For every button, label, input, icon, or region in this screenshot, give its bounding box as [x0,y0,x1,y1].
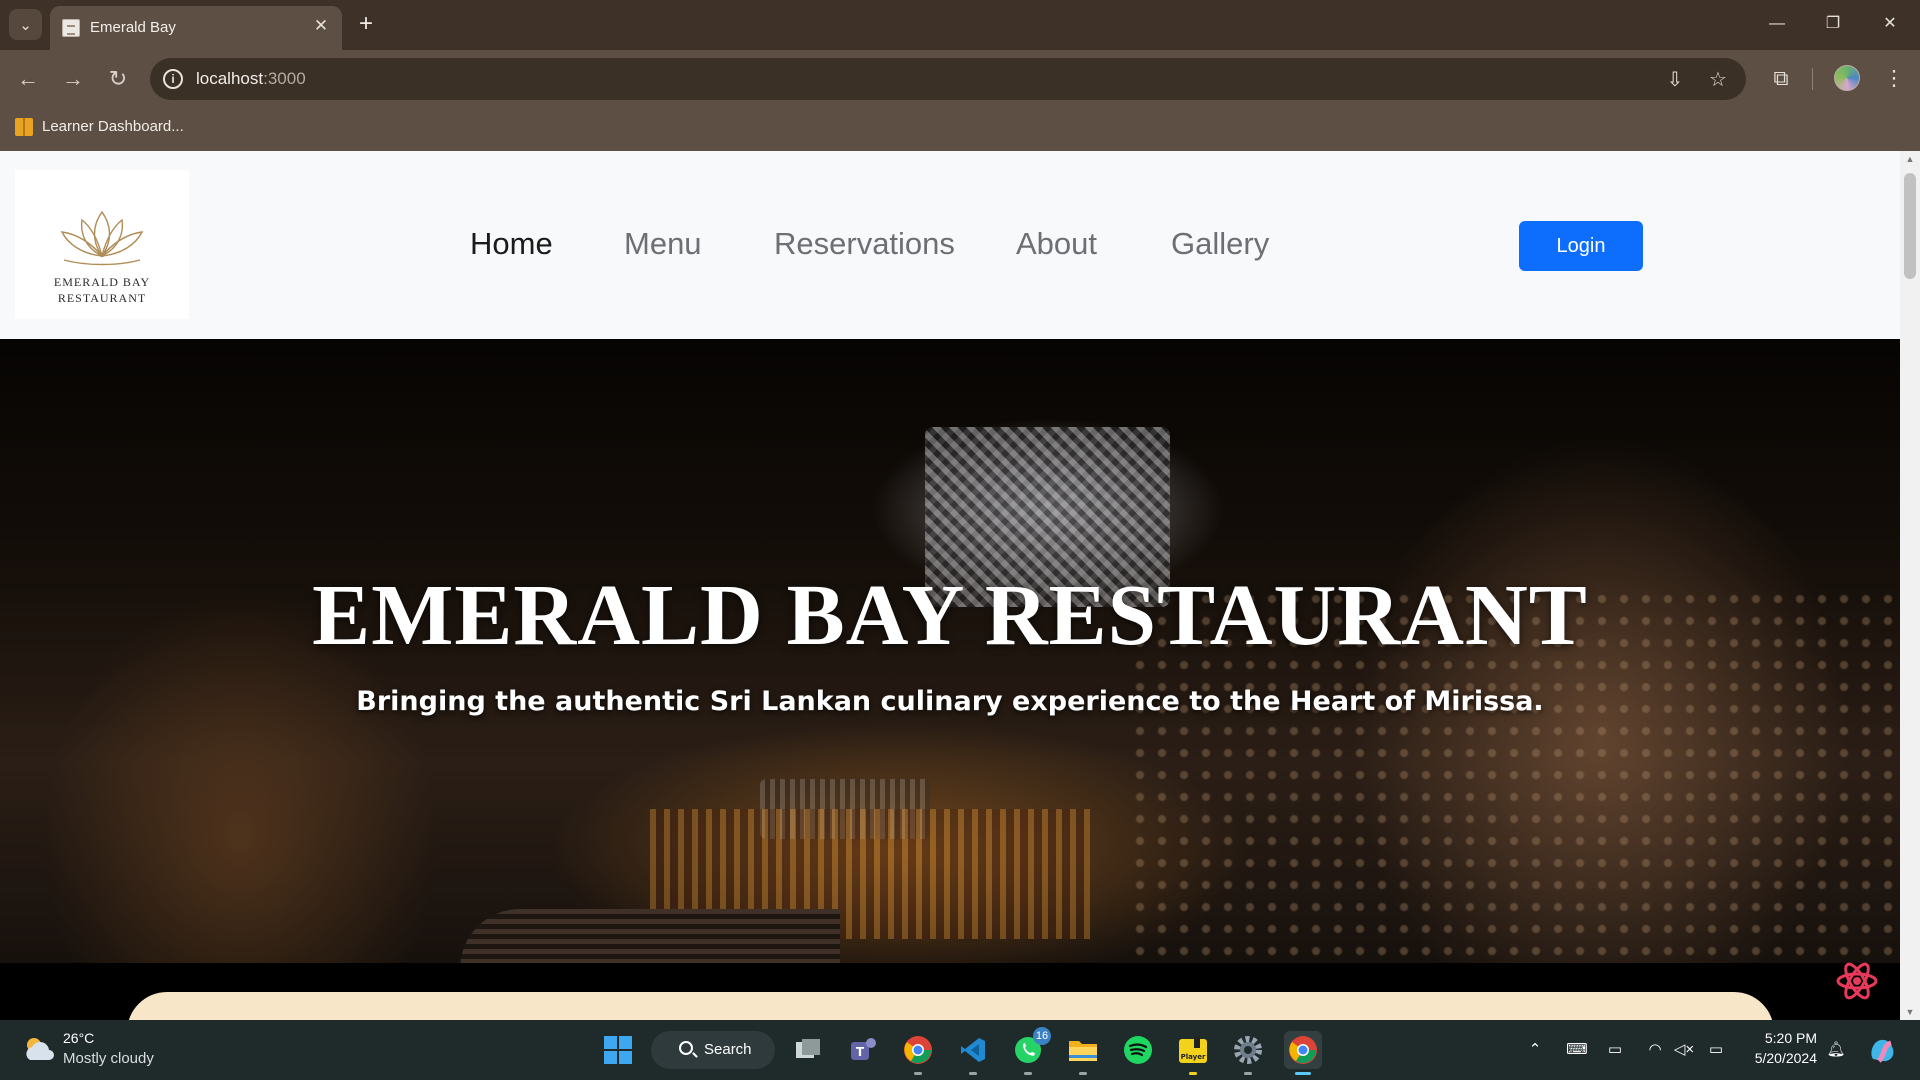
address-bar[interactable]: i localhost:3000 ⇩ ☆ [150,58,1746,100]
nav-link-reservations[interactable]: Reservations [774,226,955,262]
install-app-icon[interactable]: ⇩ [1662,67,1688,93]
logo-wordmark: EMERALD BAY RESTAURANT [15,274,189,306]
url-host: localhost [196,69,264,88]
logo-line-1: EMERALD BAY [53,275,151,289]
bookmark-learner-dashboard[interactable]: Learner Dashboard... [42,118,184,135]
file-explorer-icon[interactable] [1064,1031,1102,1075]
hero-banner: EMERALD BAY RESTAURANT Bringing the auth… [0,339,1900,963]
tray-overflow-chevron-icon[interactable]: ⌃ [1524,1039,1546,1061]
url-port: :3000 [263,69,306,88]
scroll-up-arrow-icon[interactable]: ▲ [1905,154,1915,164]
battery-icon[interactable]: ▭ [1705,1039,1727,1061]
tab-search-chevron-icon[interactable]: ⌄ [9,9,42,40]
scroll-thumb[interactable] [1904,173,1916,279]
tab-close-icon[interactable]: ✕ [310,15,332,37]
reload-icon[interactable]: ↻ [103,64,133,94]
teams-icon[interactable]: T [845,1031,883,1069]
window-close-icon[interactable]: ✕ [1870,10,1910,38]
chrome-menu-icon[interactable]: ⋮ [1879,64,1909,94]
chrome-taskbar-icon[interactable] [899,1031,937,1075]
media-player-icon[interactable]: Player [1174,1031,1212,1075]
browser-tabstrip: ⌄ Emerald Bay ✕ + — ❐ ✕ [0,0,1920,50]
site-header: EMERALD BAY RESTAURANT Home Menu Reserva… [0,151,1900,339]
whatsapp-unread-badge: 16 [1033,1027,1051,1045]
bookmark-star-icon[interactable]: ☆ [1705,67,1731,93]
search-icon [679,1041,693,1055]
favicon-icon [62,19,80,37]
keyboard-icon[interactable]: ⌨ [1566,1039,1588,1061]
browser-toolbar: ← → ↻ i localhost:3000 ⇩ ☆ ⧉ ⋮ [0,50,1920,108]
whatsapp-icon[interactable]: 16 [1009,1027,1051,1075]
login-button[interactable]: Login [1519,221,1643,271]
logo-line-2: RESTAURANT [57,291,147,305]
lotus-logo-icon [60,210,144,266]
weather-cloud-sun-icon[interactable] [22,1034,56,1064]
next-section-card-top [127,992,1774,1020]
taskbar-time[interactable]: 5:20 PM [1745,1030,1817,1046]
toolbar-separator [1812,68,1813,90]
windows-start-icon[interactable] [599,1031,637,1069]
task-view-icon[interactable] [789,1031,827,1069]
window-minimize-icon[interactable]: — [1757,10,1797,38]
back-arrow-icon[interactable]: ← [13,64,43,94]
svg-text:T: T [856,1045,865,1059]
browser-tab-active[interactable]: Emerald Bay ✕ [50,6,342,50]
nav-link-gallery[interactable]: Gallery [1171,226,1269,262]
weather-description[interactable]: Mostly cloudy [63,1050,154,1067]
wifi-icon[interactable]: ◠ [1644,1039,1666,1061]
notification-bell-icon[interactable]: 🔔︎ [1825,1039,1847,1061]
windows-taskbar: 26°C Mostly cloudy Search T 16 Player ⌃ … [0,1020,1920,1080]
vscode-icon[interactable] [954,1031,992,1075]
hero-title: EMERALD BAY RESTAURANT [312,566,1588,663]
site-info-icon[interactable]: i [163,69,183,89]
tab-title: Emerald Bay [90,19,176,36]
nav-link-home[interactable]: Home [470,226,553,262]
taskbar-date[interactable]: 5/20/2024 [1745,1050,1817,1066]
extensions-puzzle-icon[interactable]: ⧉ [1766,64,1796,94]
new-tab-plus-icon[interactable]: + [352,10,380,38]
site-logo[interactable]: EMERALD BAY RESTAURANT [15,170,189,319]
url-text[interactable]: localhost:3000 [196,69,306,89]
player-label: Player [1181,1053,1206,1061]
profile-avatar-icon[interactable] [1834,65,1860,91]
spotify-icon[interactable] [1119,1031,1157,1069]
scroll-down-arrow-icon[interactable]: ▼ [1905,1007,1915,1017]
hero-subtitle: Bringing the authentic Sri Lankan culina… [356,686,1544,717]
nav-link-menu[interactable]: Menu [624,226,702,262]
page-scrollbar[interactable]: ▲ ▼ [1900,151,1920,1020]
copilot-icon[interactable] [1863,1031,1901,1069]
page-viewport: EMERALD BAY RESTAURANT Home Menu Reserva… [0,151,1900,1020]
taskbar-search-button[interactable]: Search [651,1031,775,1069]
bookmarks-bar: Learner Dashboard... [0,108,1920,151]
taskbar-search-label: Search [704,1041,752,1058]
nav-link-about[interactable]: About [1016,226,1097,262]
react-devtools-icon[interactable] [1835,959,1879,1003]
forward-arrow-icon[interactable]: → [58,64,88,94]
settings-gear-icon[interactable] [1229,1031,1267,1075]
weather-temperature[interactable]: 26°C [63,1030,94,1046]
bookmark-box-icon [15,118,33,136]
tablet-mode-icon[interactable]: ▭ [1604,1039,1626,1061]
speaker-muted-icon[interactable]: ◁× [1673,1039,1695,1061]
window-restore-icon[interactable]: ❐ [1813,10,1853,38]
chrome-active-window-icon[interactable] [1284,1031,1322,1075]
